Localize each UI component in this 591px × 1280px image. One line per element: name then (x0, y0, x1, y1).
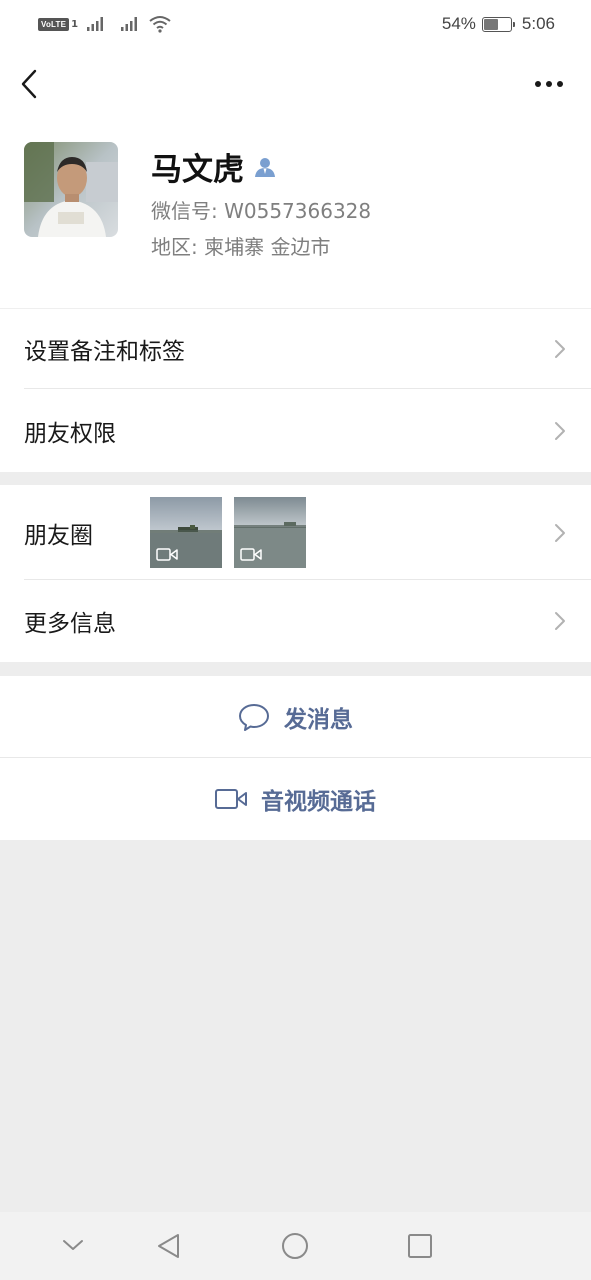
signal-icon (87, 17, 104, 31)
chevron-right-icon (555, 523, 565, 542)
moments-thumbnails (150, 497, 306, 568)
battery-icon (481, 16, 515, 32)
recents-square-icon[interactable] (407, 1233, 433, 1259)
wifi-icon (149, 16, 171, 33)
signal-icon (121, 17, 138, 31)
moments-thumbnail[interactable] (234, 497, 306, 568)
system-nav-bar (0, 1212, 591, 1280)
chevron-left-icon (21, 69, 37, 99)
back-triangle-icon[interactable] (155, 1232, 183, 1260)
wechat-id: 微信号: W0557366328 (151, 199, 372, 223)
more-dot (546, 81, 552, 87)
contact-name: 马文虎 (151, 152, 244, 188)
more-dots-icon (535, 81, 541, 87)
more-info-label: 更多信息 (24, 611, 116, 637)
friend-permissions-label: 朋友权限 (24, 420, 116, 447)
volte-icon: VoLTE (38, 17, 70, 31)
voice-video-call-button[interactable]: 音视频通话 (0, 758, 591, 840)
name-row: 马文虎 (151, 144, 276, 189)
top-nav-bar (0, 50, 591, 120)
video-camera-icon (156, 548, 178, 561)
status-right: 54% 5:06 (442, 12, 555, 36)
chevron-right-icon (555, 421, 565, 440)
send-message-button[interactable]: 发消息 (0, 676, 591, 758)
voice-video-call-label: 音视频通话 (261, 789, 376, 815)
chevron-right-icon (555, 339, 565, 358)
friend-permissions-cell[interactable]: 朋友权限 (0, 389, 591, 472)
status-left: VoLTE 1 (38, 14, 172, 34)
battery-fill (483, 18, 498, 30)
avatar-photo (24, 142, 118, 237)
more-info-cell[interactable]: 更多信息 (0, 580, 591, 662)
profile-header: 马文虎 微信号: W0557366328 地区: 柬埔寨 金边市 (0, 120, 591, 308)
video-camera-icon (215, 789, 247, 809)
battery-percent: 54% (441, 14, 476, 33)
chevron-down-icon[interactable] (60, 1236, 86, 1254)
chat-bubble-icon (239, 704, 269, 731)
moments-thumbnail[interactable] (150, 497, 222, 568)
region: 地区: 柬埔寨 金边市 (151, 235, 331, 259)
remark-tags-cell[interactable]: 设置备注和标签 (0, 308, 591, 389)
sim-slot-label: 1 (71, 18, 79, 30)
contact-person-icon (255, 157, 275, 177)
chevron-right-icon (555, 612, 565, 630)
remark-tags-label: 设置备注和标签 (24, 338, 185, 365)
moments-label: 朋友圈 (24, 522, 93, 549)
info-group: 朋友圈 更多信息 (0, 485, 591, 662)
send-message-label: 发消息 (284, 707, 353, 733)
avatar[interactable] (24, 142, 118, 237)
status-bar: VoLTE 1 54% 5:06 (0, 0, 591, 50)
settings-group: 设置备注和标签 朋友权限 (0, 308, 591, 472)
video-camera-icon (240, 548, 262, 561)
home-circle-icon[interactable] (281, 1232, 309, 1260)
moments-cell[interactable]: 朋友圈 (0, 485, 591, 580)
clock-time: 5:06 (521, 14, 555, 33)
more-dot (557, 81, 563, 87)
back-button[interactable] (14, 66, 48, 102)
more-button[interactable] (529, 70, 569, 98)
